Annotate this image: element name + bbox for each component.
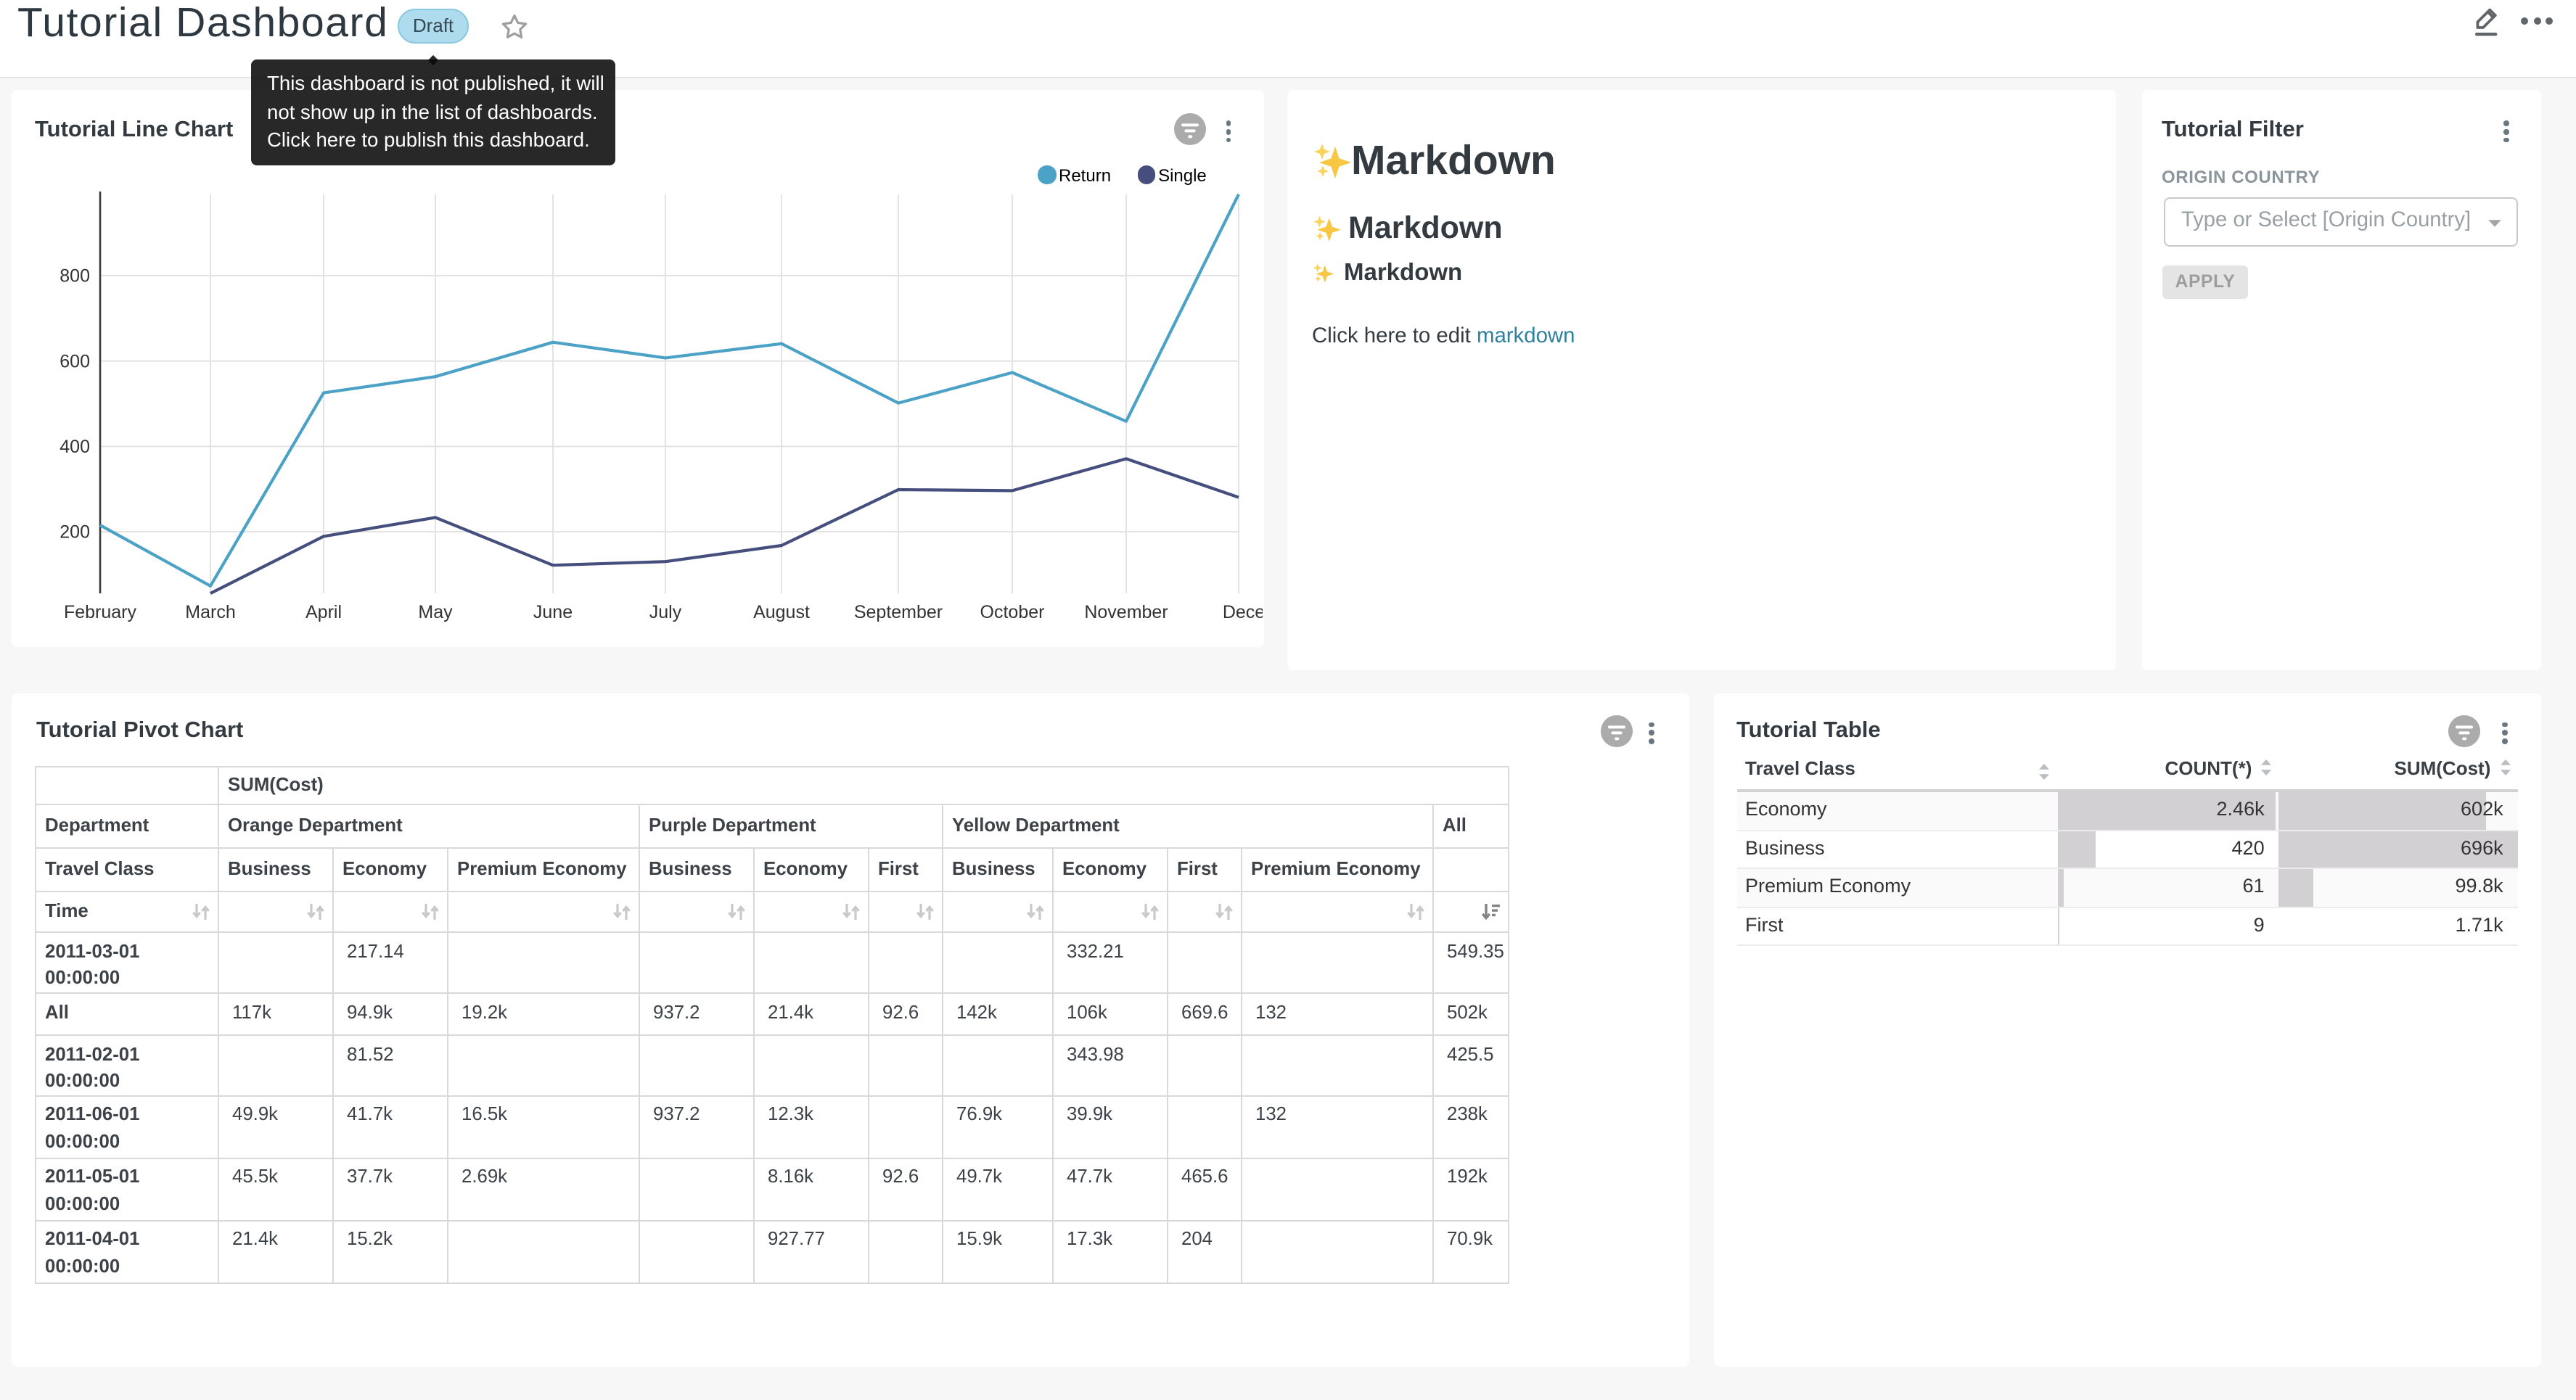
svg-text:April: April: [305, 602, 342, 622]
svg-text:800: 800: [60, 266, 90, 287]
svg-text:200: 200: [60, 522, 90, 543]
svg-text:September: September: [854, 602, 943, 622]
svg-text:June: June: [533, 602, 573, 622]
svg-text:August: August: [753, 602, 810, 622]
svg-text:July: July: [649, 602, 682, 622]
svg-text:Dece: Dece: [1223, 602, 1263, 622]
svg-text:400: 400: [60, 437, 90, 457]
svg-text:October: October: [980, 602, 1045, 622]
svg-text:November: November: [1084, 602, 1168, 622]
svg-text:May: May: [418, 602, 453, 622]
svg-text:March: March: [185, 602, 235, 622]
svg-text:600: 600: [60, 351, 90, 371]
svg-text:February: February: [64, 602, 137, 622]
